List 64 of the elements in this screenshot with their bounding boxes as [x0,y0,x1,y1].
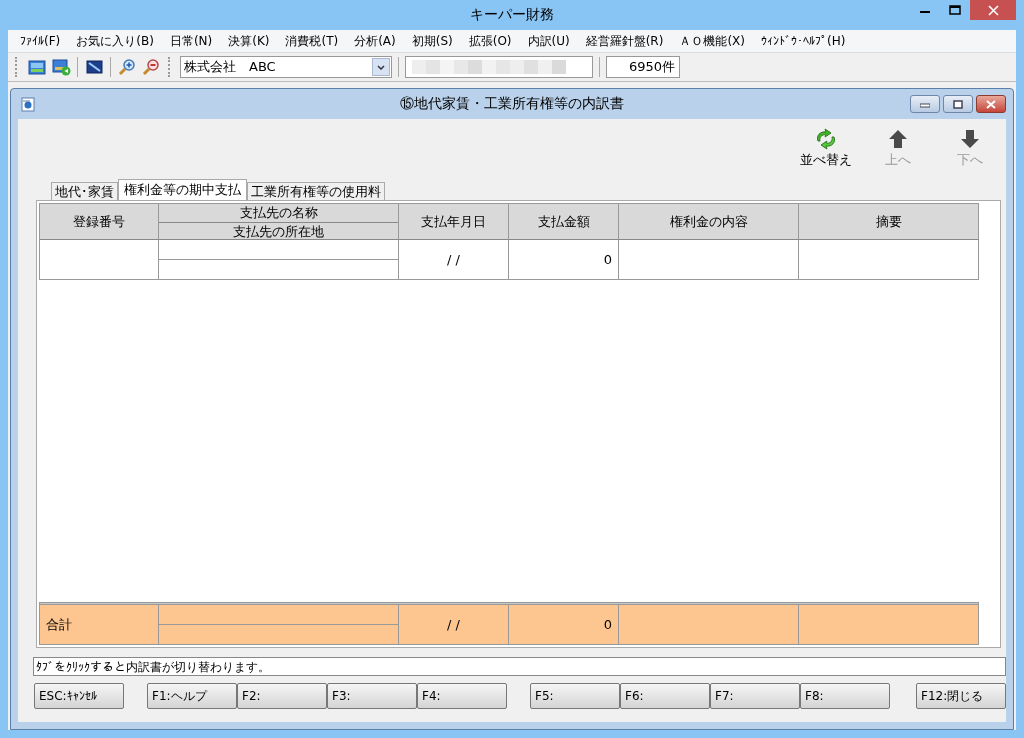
zoom-out-icon [142,58,160,76]
table-cell: 合計 [39,605,159,645]
function-key-button[interactable]: F6: [620,683,710,709]
table-cell: 0 [509,240,619,280]
menu-item[interactable]: お気に入り(B) [68,32,162,50]
tab[interactable]: 地代･家賃 [51,182,118,200]
column-header: 権利金の内容 [668,212,749,231]
company-dropdown[interactable]: 株式会社 ABC [180,56,392,78]
menu-item[interactable]: 内訳(U) [519,32,578,50]
tab[interactable]: 工業所有権等の使用料 [247,182,385,200]
screen-back-icon [51,58,71,76]
function-key-button[interactable]: F8: [800,683,890,709]
record-count: 6950件 [606,56,680,78]
toolbar-button[interactable] [84,57,104,77]
column-header: 支払年月日 [420,212,487,231]
menu-item[interactable]: 消費税(T) [277,32,347,50]
menu-item[interactable]: 分析(A) [346,32,404,50]
restore-button[interactable] [943,95,973,113]
close-button[interactable] [976,95,1006,113]
menu-item[interactable]: ｳｨﾝﾄﾞｳ･ﾍﾙﾌﾟ(H) [753,34,854,48]
function-key-button[interactable]: F5: [530,683,620,709]
screen-icon [28,58,46,76]
document-icon [20,96,36,113]
menu-item[interactable]: 初期(S) [403,32,461,50]
table-cell: / / [399,605,509,645]
menu-item[interactable]: 日常(N) [161,32,221,50]
column-header: 登録番号 [72,212,126,231]
function-key-button[interactable]: F1:ヘルプ [147,683,237,709]
function-key-button[interactable]: F4: [417,683,507,709]
function-key-button[interactable]: F12:閉じる [916,683,1006,709]
close-icon [986,99,996,109]
zoom-out-button[interactable] [141,57,161,77]
table-cell: 0 [509,605,619,645]
function-key-button[interactable]: ESC:ｷｬﾝｾﾙ [34,683,124,709]
zoom-in-icon [118,58,136,76]
zoom-in-button[interactable] [117,57,137,77]
column-header: 支払金額 [536,212,591,231]
image-icon [85,59,103,75]
menu-item[interactable]: 決算(K) [220,32,278,50]
sort-button[interactable]: 並べ替え [790,127,862,169]
document-title: ⑮地代家賃・工業所有権等の内訳書 [400,95,624,113]
column-header: 摘要 [874,212,903,231]
minimize-icon [920,100,930,108]
toolbar-button[interactable] [27,57,47,77]
restore-icon [953,99,963,109]
function-key-button[interactable]: F3: [327,683,417,709]
function-key-button[interactable]: F7: [710,683,800,709]
menu-item[interactable]: ＡＯ機能(X) [671,32,753,50]
tab[interactable]: 権利金等の期中支払 [118,179,247,200]
up-arrow-icon [888,127,908,151]
status-message: ﾀﾌﾞをｸﾘｯｸすると内訳書が切り替わります。 [33,657,1006,676]
close-icon [987,4,999,16]
column-header: 支払先の名称 [238,204,319,222]
maximize-icon [949,5,961,15]
sort-icon [814,127,838,151]
column-header: 支払先の所在地 [159,222,398,241]
window-title: キーパー財務 [470,6,554,24]
table-cell: / / [399,240,509,280]
menu-item[interactable]: ﾌｧｲﾙ(F) [12,34,69,48]
menu-item[interactable]: 拡張(O) [460,32,520,50]
down-arrow-icon [960,127,980,151]
toolbar-button[interactable] [51,57,71,77]
function-key-button[interactable]: F2: [237,683,327,709]
menu-item[interactable]: 経営羅針盤(R) [577,32,672,50]
